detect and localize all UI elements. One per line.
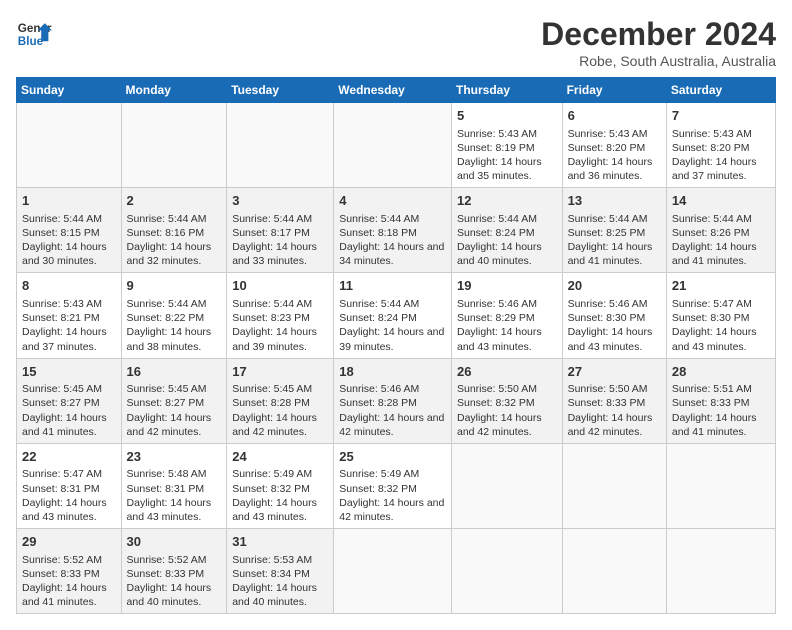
list-item: 1 Sunrise: 5:44 AMSunset: 8:15 PMDayligh…: [17, 188, 122, 273]
list-item: 21 Sunrise: 5:47 AMSunset: 8:30 PMDaylig…: [666, 273, 775, 358]
list-item: 22 Sunrise: 5:47 AMSunset: 8:31 PMDaylig…: [17, 443, 122, 528]
list-item: [17, 103, 122, 188]
list-item: 18 Sunrise: 5:46 AMSunset: 8:28 PMDaylig…: [334, 358, 452, 443]
list-item: [562, 529, 666, 614]
col-tuesday: Tuesday: [227, 78, 334, 103]
list-item: 19 Sunrise: 5:46 AMSunset: 8:29 PMDaylig…: [451, 273, 562, 358]
table-row: 8 Sunrise: 5:43 AMSunset: 8:21 PMDayligh…: [17, 273, 776, 358]
col-thursday: Thursday: [451, 78, 562, 103]
col-wednesday: Wednesday: [334, 78, 452, 103]
list-item: [227, 103, 334, 188]
list-item: [451, 443, 562, 528]
list-item: 25 Sunrise: 5:49 AMSunset: 8:32 PMDaylig…: [334, 443, 452, 528]
list-item: 7 Sunrise: 5:43 AMSunset: 8:20 PMDayligh…: [666, 103, 775, 188]
list-item: 16 Sunrise: 5:45 AMSunset: 8:27 PMDaylig…: [121, 358, 227, 443]
list-item: 13 Sunrise: 5:44 AMSunset: 8:25 PMDaylig…: [562, 188, 666, 273]
location-subtitle: Robe, South Australia, Australia: [541, 53, 776, 69]
list-item: 14 Sunrise: 5:44 AMSunset: 8:26 PMDaylig…: [666, 188, 775, 273]
list-item: 26 Sunrise: 5:50 AMSunset: 8:32 PMDaylig…: [451, 358, 562, 443]
month-title: December 2024: [541, 16, 776, 53]
list-item: 9 Sunrise: 5:44 AMSunset: 8:22 PMDayligh…: [121, 273, 227, 358]
list-item: 30 Sunrise: 5:52 AMSunset: 8:33 PMDaylig…: [121, 529, 227, 614]
list-item: 23 Sunrise: 5:48 AMSunset: 8:31 PMDaylig…: [121, 443, 227, 528]
list-item: 24 Sunrise: 5:49 AMSunset: 8:32 PMDaylig…: [227, 443, 334, 528]
list-item: 2 Sunrise: 5:44 AMSunset: 8:16 PMDayligh…: [121, 188, 227, 273]
list-item: [334, 529, 452, 614]
list-item: [666, 529, 775, 614]
list-item: [562, 443, 666, 528]
logo: General Blue: [16, 16, 52, 52]
page-header: General Blue December 2024 Robe, South A…: [16, 16, 776, 69]
list-item: 17 Sunrise: 5:45 AMSunset: 8:28 PMDaylig…: [227, 358, 334, 443]
col-saturday: Saturday: [666, 78, 775, 103]
list-item: 10 Sunrise: 5:44 AMSunset: 8:23 PMDaylig…: [227, 273, 334, 358]
svg-text:Blue: Blue: [18, 35, 44, 48]
list-item: 31 Sunrise: 5:53 AMSunset: 8:34 PMDaylig…: [227, 529, 334, 614]
list-item: 11 Sunrise: 5:44 AMSunset: 8:24 PMDaylig…: [334, 273, 452, 358]
calendar-table: Sunday Monday Tuesday Wednesday Thursday…: [16, 77, 776, 614]
list-item: 4 Sunrise: 5:44 AMSunset: 8:18 PMDayligh…: [334, 188, 452, 273]
col-sunday: Sunday: [17, 78, 122, 103]
list-item: [121, 103, 227, 188]
list-item: 29 Sunrise: 5:52 AMSunset: 8:33 PMDaylig…: [17, 529, 122, 614]
list-item: 12 Sunrise: 5:44 AMSunset: 8:24 PMDaylig…: [451, 188, 562, 273]
list-item: 6 Sunrise: 5:43 AMSunset: 8:20 PMDayligh…: [562, 103, 666, 188]
list-item: [666, 443, 775, 528]
table-row: 5 Sunrise: 5:43 AMSunset: 8:19 PMDayligh…: [17, 103, 776, 188]
table-row: 1 Sunrise: 5:44 AMSunset: 8:15 PMDayligh…: [17, 188, 776, 273]
list-item: 15 Sunrise: 5:45 AMSunset: 8:27 PMDaylig…: [17, 358, 122, 443]
list-item: 20 Sunrise: 5:46 AMSunset: 8:30 PMDaylig…: [562, 273, 666, 358]
logo-icon: General Blue: [16, 16, 52, 52]
table-row: 29 Sunrise: 5:52 AMSunset: 8:33 PMDaylig…: [17, 529, 776, 614]
col-friday: Friday: [562, 78, 666, 103]
table-row: 22 Sunrise: 5:47 AMSunset: 8:31 PMDaylig…: [17, 443, 776, 528]
list-item: 5 Sunrise: 5:43 AMSunset: 8:19 PMDayligh…: [451, 103, 562, 188]
table-row: 15 Sunrise: 5:45 AMSunset: 8:27 PMDaylig…: [17, 358, 776, 443]
list-item: 3 Sunrise: 5:44 AMSunset: 8:17 PMDayligh…: [227, 188, 334, 273]
list-item: [451, 529, 562, 614]
list-item: 8 Sunrise: 5:43 AMSunset: 8:21 PMDayligh…: [17, 273, 122, 358]
col-monday: Monday: [121, 78, 227, 103]
list-item: [334, 103, 452, 188]
list-item: 27 Sunrise: 5:50 AMSunset: 8:33 PMDaylig…: [562, 358, 666, 443]
title-block: December 2024 Robe, South Australia, Aus…: [541, 16, 776, 69]
list-item: 28 Sunrise: 5:51 AMSunset: 8:33 PMDaylig…: [666, 358, 775, 443]
